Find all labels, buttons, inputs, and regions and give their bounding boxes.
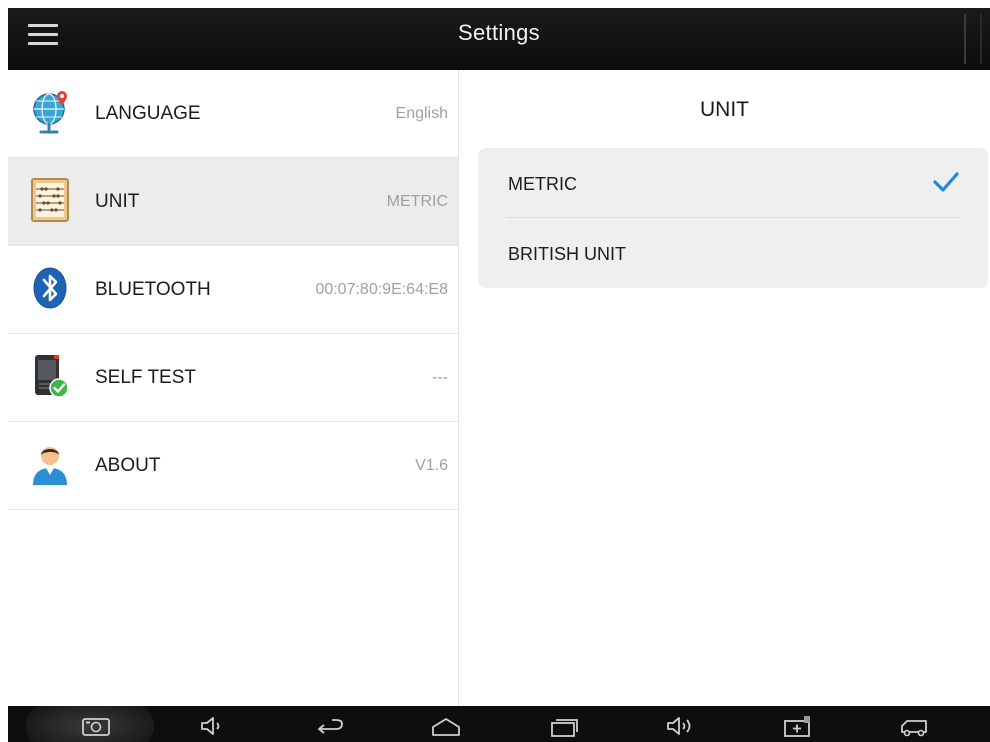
settings-item-language[interactable]: LANGUAGE English	[8, 70, 458, 158]
device-check-icon	[28, 353, 74, 399]
system-nav-bar	[8, 706, 990, 742]
settings-item-label: SELF TEST	[95, 367, 197, 388]
page-title: Settings	[458, 20, 540, 45]
user-icon	[28, 441, 74, 487]
settings-item-unit[interactable]: UNIT METRIC	[8, 158, 458, 246]
unit-detail-panel: UNIT METRIC BRITISH UNIT	[459, 70, 990, 706]
settings-item-value: ---	[432, 369, 448, 386]
top-bar: Settings	[8, 8, 990, 70]
settings-item-bluetooth[interactable]: BLUETOOTH 00:07:80:9E:64:E8	[8, 246, 458, 334]
settings-item-about[interactable]: ABOUT V1.6	[8, 422, 458, 510]
globe-icon	[28, 89, 74, 135]
checkmark-icon	[932, 170, 960, 194]
bar-edge-decoration	[964, 14, 982, 64]
settings-item-self-test[interactable]: SELF TEST ---	[8, 334, 458, 422]
unit-option-metric[interactable]: METRIC	[478, 148, 988, 218]
settings-item-value: METRIC	[386, 193, 448, 210]
panel-heading: UNIT	[700, 98, 749, 121]
settings-list: LANGUAGE English UNIT METRIC BLUETOOTH 0…	[8, 70, 459, 706]
battery-icon[interactable]	[782, 714, 814, 738]
home-icon[interactable]	[430, 714, 462, 738]
unit-option-label: METRIC	[508, 174, 577, 194]
bluetooth-icon	[28, 265, 74, 311]
settings-item-label: BLUETOOTH	[95, 279, 211, 300]
volume-down-icon[interactable]	[196, 714, 228, 738]
unit-options-group: METRIC BRITISH UNIT	[478, 148, 988, 288]
settings-item-value: V1.6	[415, 457, 448, 474]
unit-option-british[interactable]: BRITISH UNIT	[478, 218, 988, 288]
abacus-icon	[28, 177, 74, 223]
unit-option-label: BRITISH UNIT	[508, 244, 627, 264]
back-icon[interactable]	[314, 714, 346, 738]
recent-apps-icon[interactable]	[548, 714, 580, 738]
screenshot-icon[interactable]	[80, 714, 112, 738]
settings-item-label: UNIT	[95, 191, 140, 212]
vehicle-icon[interactable]	[898, 714, 930, 738]
volume-up-icon[interactable]	[665, 714, 697, 738]
settings-item-value: English	[395, 105, 448, 122]
settings-item-value: 00:07:80:9E:64:E8	[315, 281, 448, 298]
settings-item-label: LANGUAGE	[95, 103, 201, 124]
settings-item-label: ABOUT	[95, 455, 161, 476]
